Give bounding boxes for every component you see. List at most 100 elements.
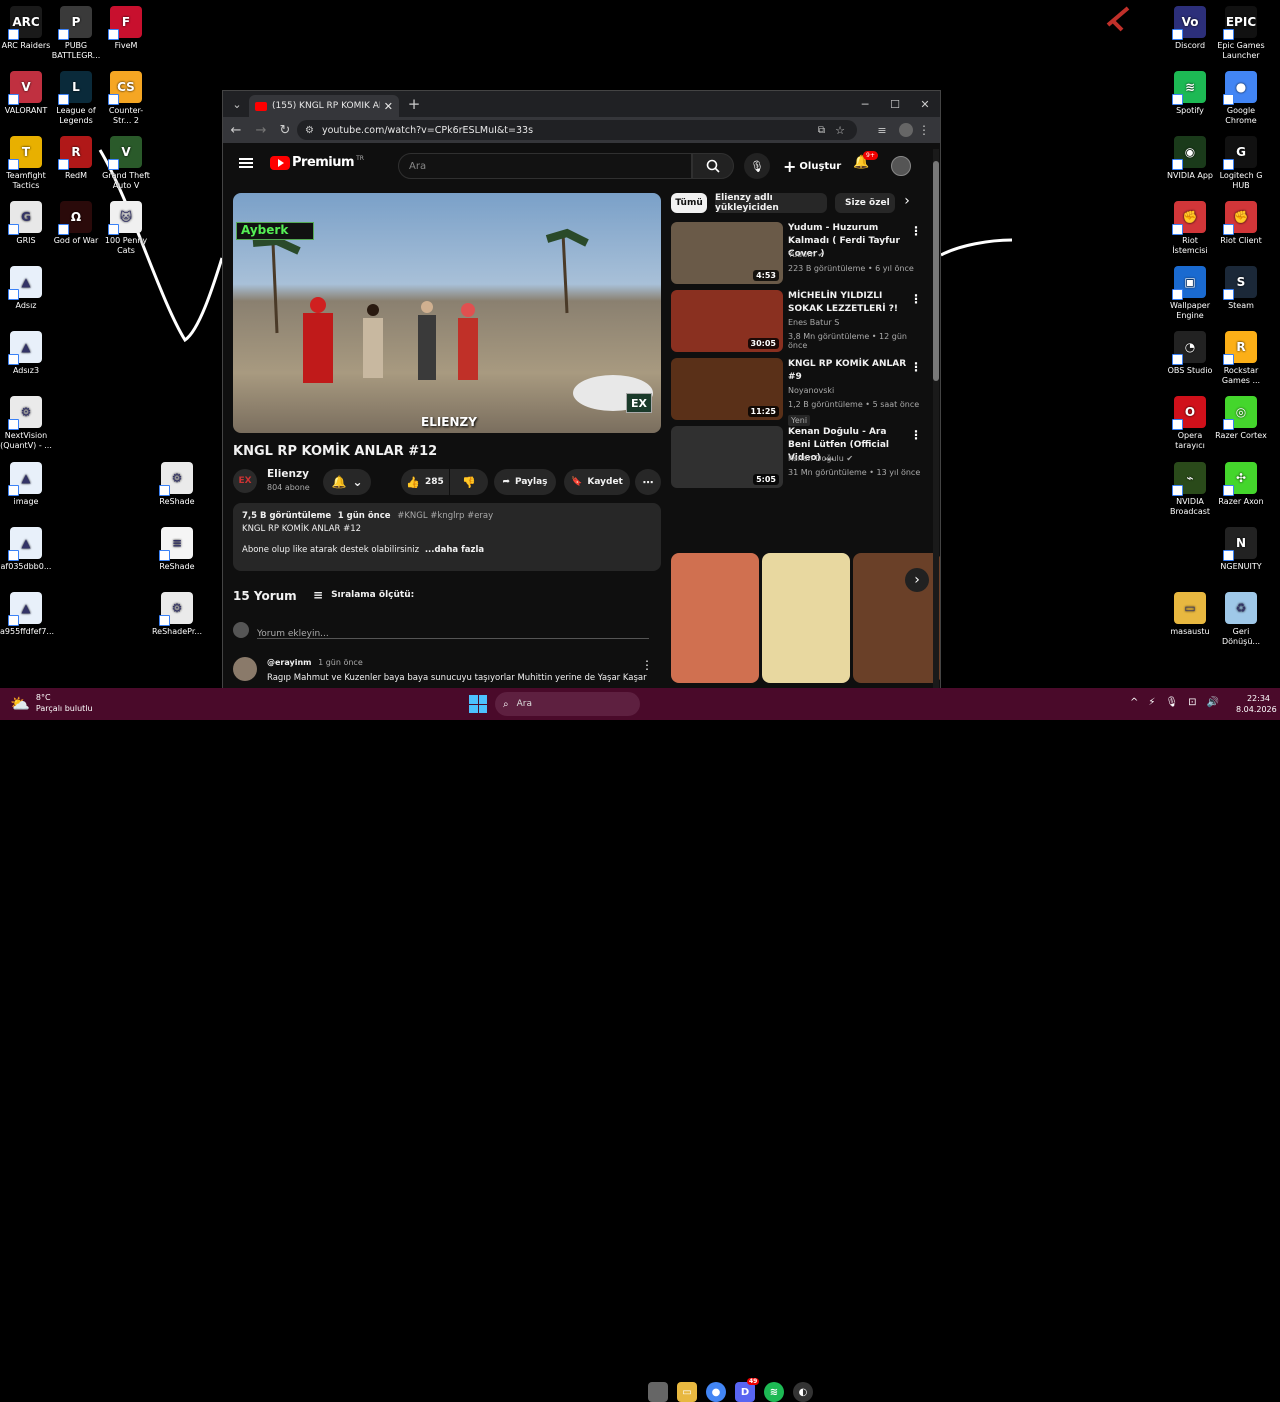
short-thumbnail[interactable]	[762, 553, 850, 683]
desktop-icon-riot-client[interactable]: ✊ Riot Client	[1215, 201, 1267, 246]
chrome-taskbar-icon[interactable]: ●	[706, 1382, 726, 1402]
more-options-icon[interactable]: ⋮	[910, 428, 922, 442]
clock-time[interactable]: 22:34	[1236, 693, 1270, 704]
video-thumbnail[interactable]: 11:25	[671, 358, 783, 420]
desktop-icon-valorant[interactable]: V VALORANT	[0, 71, 52, 116]
desktop-icon-grand-theft-auto-v[interactable]: V Grand Theft Auto V	[100, 136, 152, 191]
hashtags[interactable]: #KNGL #knglrp #eray	[397, 511, 493, 521]
desktop-icon-steam[interactable]: S Steam	[1215, 266, 1267, 311]
desktop-icon-logitech-g-hub[interactable]: G Logitech G HUB	[1215, 136, 1267, 191]
desktop-icon-discord[interactable]: Vo Discord	[1164, 6, 1216, 51]
desktop-icon-nextvision-quantv[interactable]: ⚙ NextVision (QuantV) - ...	[0, 396, 52, 451]
voice-search-button[interactable]: 🎙	[744, 153, 770, 179]
forward-arrow-icon[interactable]: →	[249, 123, 273, 138]
related-video[interactable]: 30:05 MİCHELİN YILDIZLI SOKAK LEZZETLERİ …	[671, 290, 926, 354]
tab-close-icon[interactable]: ✕	[384, 100, 393, 113]
desktop-icon-counter-str-2[interactable]: CS Counter-Str... 2	[100, 71, 152, 126]
desktop-icon-reshade[interactable]: ⚙ ReShade	[151, 462, 203, 507]
profile-avatar[interactable]	[899, 123, 913, 137]
chrome-menu-icon[interactable]: ⋮	[913, 123, 935, 137]
desktop-icon-fivem[interactable]: F FiveM	[100, 6, 152, 51]
scrollbar[interactable]	[933, 149, 939, 689]
short-thumbnail[interactable]	[671, 553, 759, 683]
desktop-icon-arc-raiders[interactable]: ARC ARC Raiders	[0, 6, 52, 51]
desktop-icon-reshadepr[interactable]: ⚙ ReShadePr...	[151, 592, 203, 637]
start-button[interactable]	[469, 695, 487, 713]
search-box[interactable]: Ara	[398, 153, 692, 179]
steam-taskbar-icon[interactable]: ◐	[793, 1382, 813, 1402]
desktop-icon-a955ffdfef7[interactable]: ▲ a955ffdfef7...	[0, 592, 54, 637]
related-channel[interactable]: Enes Batur S	[788, 318, 839, 327]
related-channel[interactable]: Yudum ✔	[788, 250, 824, 259]
taskbar-search[interactable]: ⌕ Ara	[495, 692, 640, 716]
video-thumbnail[interactable]: 4:53	[671, 222, 783, 284]
reload-icon[interactable]: ↻	[273, 123, 297, 138]
tab-youtube[interactable]: (155) KNGL RP KOMİK ANLAR # ✕	[249, 95, 399, 117]
chip-all[interactable]: Tümü	[671, 193, 707, 213]
subscribe-bell-button[interactable]: 🔔 ⌄	[323, 469, 371, 495]
related-channel[interactable]: Kenan Doğulu ✔	[788, 454, 853, 463]
desktop-icon-spotify[interactable]: ≋ Spotify	[1164, 71, 1216, 116]
more-options-icon[interactable]: ⋮	[910, 360, 922, 374]
desktop-icon-nvidia-app[interactable]: ◉ NVIDIA App	[1164, 136, 1216, 181]
desktop-icon-riot-i-stemcisi[interactable]: ✊ Riot İstemcisi	[1164, 201, 1216, 256]
related-video-title[interactable]: MİCHELİN YILDIZLI SOKAK LEZZETLERİ ?!	[788, 290, 908, 316]
chips-next-arrow-icon[interactable]: ›	[895, 193, 919, 213]
close-window-button[interactable]: ✕	[915, 94, 935, 114]
comment-menu-icon[interactable]: ⋮	[641, 658, 653, 672]
notifications-button[interactable]: 🔔 9+	[853, 151, 878, 170]
desktop-icon-ngenuity[interactable]: N NGENUITY	[1215, 527, 1267, 572]
install-app-icon[interactable]: ⧉	[818, 125, 825, 136]
desktop-icon-image[interactable]: ▲ image	[0, 462, 52, 507]
address-bar[interactable]: ⚙ youtube.com/watch?v=CPk6rESLMuI&t=33s …	[297, 120, 857, 140]
desktop-icon-wallpaper-engine[interactable]: ▣ Wallpaper Engine	[1164, 266, 1216, 321]
video-thumbnail[interactable]: 5:05	[671, 426, 783, 488]
desktop-icon-ads-z[interactable]: ▲ Adsız	[0, 266, 52, 311]
scrollbar-thumb[interactable]	[933, 161, 939, 381]
desktop-icon-razer-cortex[interactable]: ◎ Razer Cortex	[1215, 396, 1267, 441]
desktop-icon-razer-axon[interactable]: ✣ Razer Axon	[1215, 462, 1267, 507]
more-actions-button[interactable]: ⋯	[635, 469, 661, 495]
related-video[interactable]: 4:53 Yudum - Huzurum Kalmadı ( Ferdi Tayf…	[671, 222, 926, 286]
desktop-icon-ads-z3[interactable]: ▲ Adsız3	[0, 331, 52, 376]
video-thumbnail[interactable]: 30:05	[671, 290, 783, 352]
desktop-icon-opera-taray-c[interactable]: O Opera tarayıcı	[1164, 396, 1216, 451]
desktop-icon-redm[interactable]: R RedM	[50, 136, 102, 181]
more-options-icon[interactable]: ⋮	[910, 224, 922, 238]
minimize-button[interactable]: ─	[855, 94, 875, 114]
weather-widget[interactable]: ⛅ 8°C Parçalı bulutlu	[10, 692, 93, 714]
channel-avatar[interactable]: EX	[233, 469, 257, 493]
system-tray[interactable]: ^⚡🎙⊡🔊	[1130, 697, 1229, 708]
desktop-icon-100-penny-cats[interactable]: 🐱 100 Penny Cats	[100, 201, 152, 256]
task-view-icon[interactable]	[648, 1382, 668, 1402]
desktop-icon-geri-d-n[interactable]: ♻ Geri Dönüşü...	[1215, 592, 1267, 647]
channel-name[interactable]: Elienzy	[267, 468, 309, 480]
desktop-icon-af035dbb0[interactable]: ▲ af035dbb0...	[0, 527, 52, 572]
add-comment-input[interactable]: Yorum ekleyin...	[257, 621, 649, 639]
related-video[interactable]: 5:05 Kenan Doğulu - Ara Beni Lütfen (Offi…	[671, 426, 926, 490]
new-tab-button[interactable]: +	[403, 95, 425, 113]
short-item[interactable]: Mochi #shorts50 Mn görüntüleme	[762, 553, 850, 689]
short-item[interactable]: 김치말이 새우 🍣 kimc...7,6 Mn görüntüleme	[671, 553, 759, 689]
more-options-icon[interactable]: ⋮	[910, 292, 922, 306]
clock-date[interactable]: 8.04.2026	[1236, 704, 1277, 715]
desktop-icon-masaustu[interactable]: ▭ masaustu	[1164, 592, 1216, 637]
file-explorer-icon[interactable]: ▭	[677, 1382, 697, 1402]
chip-for-you[interactable]: Size özel	[835, 193, 895, 213]
desktop-icon-obs-studio[interactable]: ◔ OBS Studio	[1164, 331, 1216, 376]
sort-button[interactable]: ≡ Sıralama ölçütü:	[313, 588, 414, 602]
commenter-name[interactable]: @erayinm	[267, 658, 312, 667]
save-button[interactable]: 🔖 Kaydet	[564, 469, 630, 495]
account-avatar[interactable]	[891, 156, 911, 176]
video-player[interactable]: Ayberk ELIENZY EX	[233, 193, 661, 433]
share-button[interactable]: ➦ Paylaş	[494, 469, 556, 495]
commenter-avatar[interactable]	[233, 657, 257, 681]
desktop-icon-teamfight-tactics[interactable]: T Teamfight Tactics	[0, 136, 52, 191]
spotify-taskbar-icon[interactable]: ≋	[764, 1382, 784, 1402]
create-button[interactable]: + Oluştur	[783, 153, 841, 179]
shorts-next-button[interactable]: ›	[905, 568, 929, 592]
youtube-logo[interactable]: Premium TR	[270, 155, 364, 170]
dislike-button[interactable]: 👎	[450, 469, 488, 495]
desktop-icon-gris[interactable]: G GRIS	[0, 201, 52, 246]
desktop-icon-rockstar-games[interactable]: R Rockstar Games ...	[1215, 331, 1267, 386]
